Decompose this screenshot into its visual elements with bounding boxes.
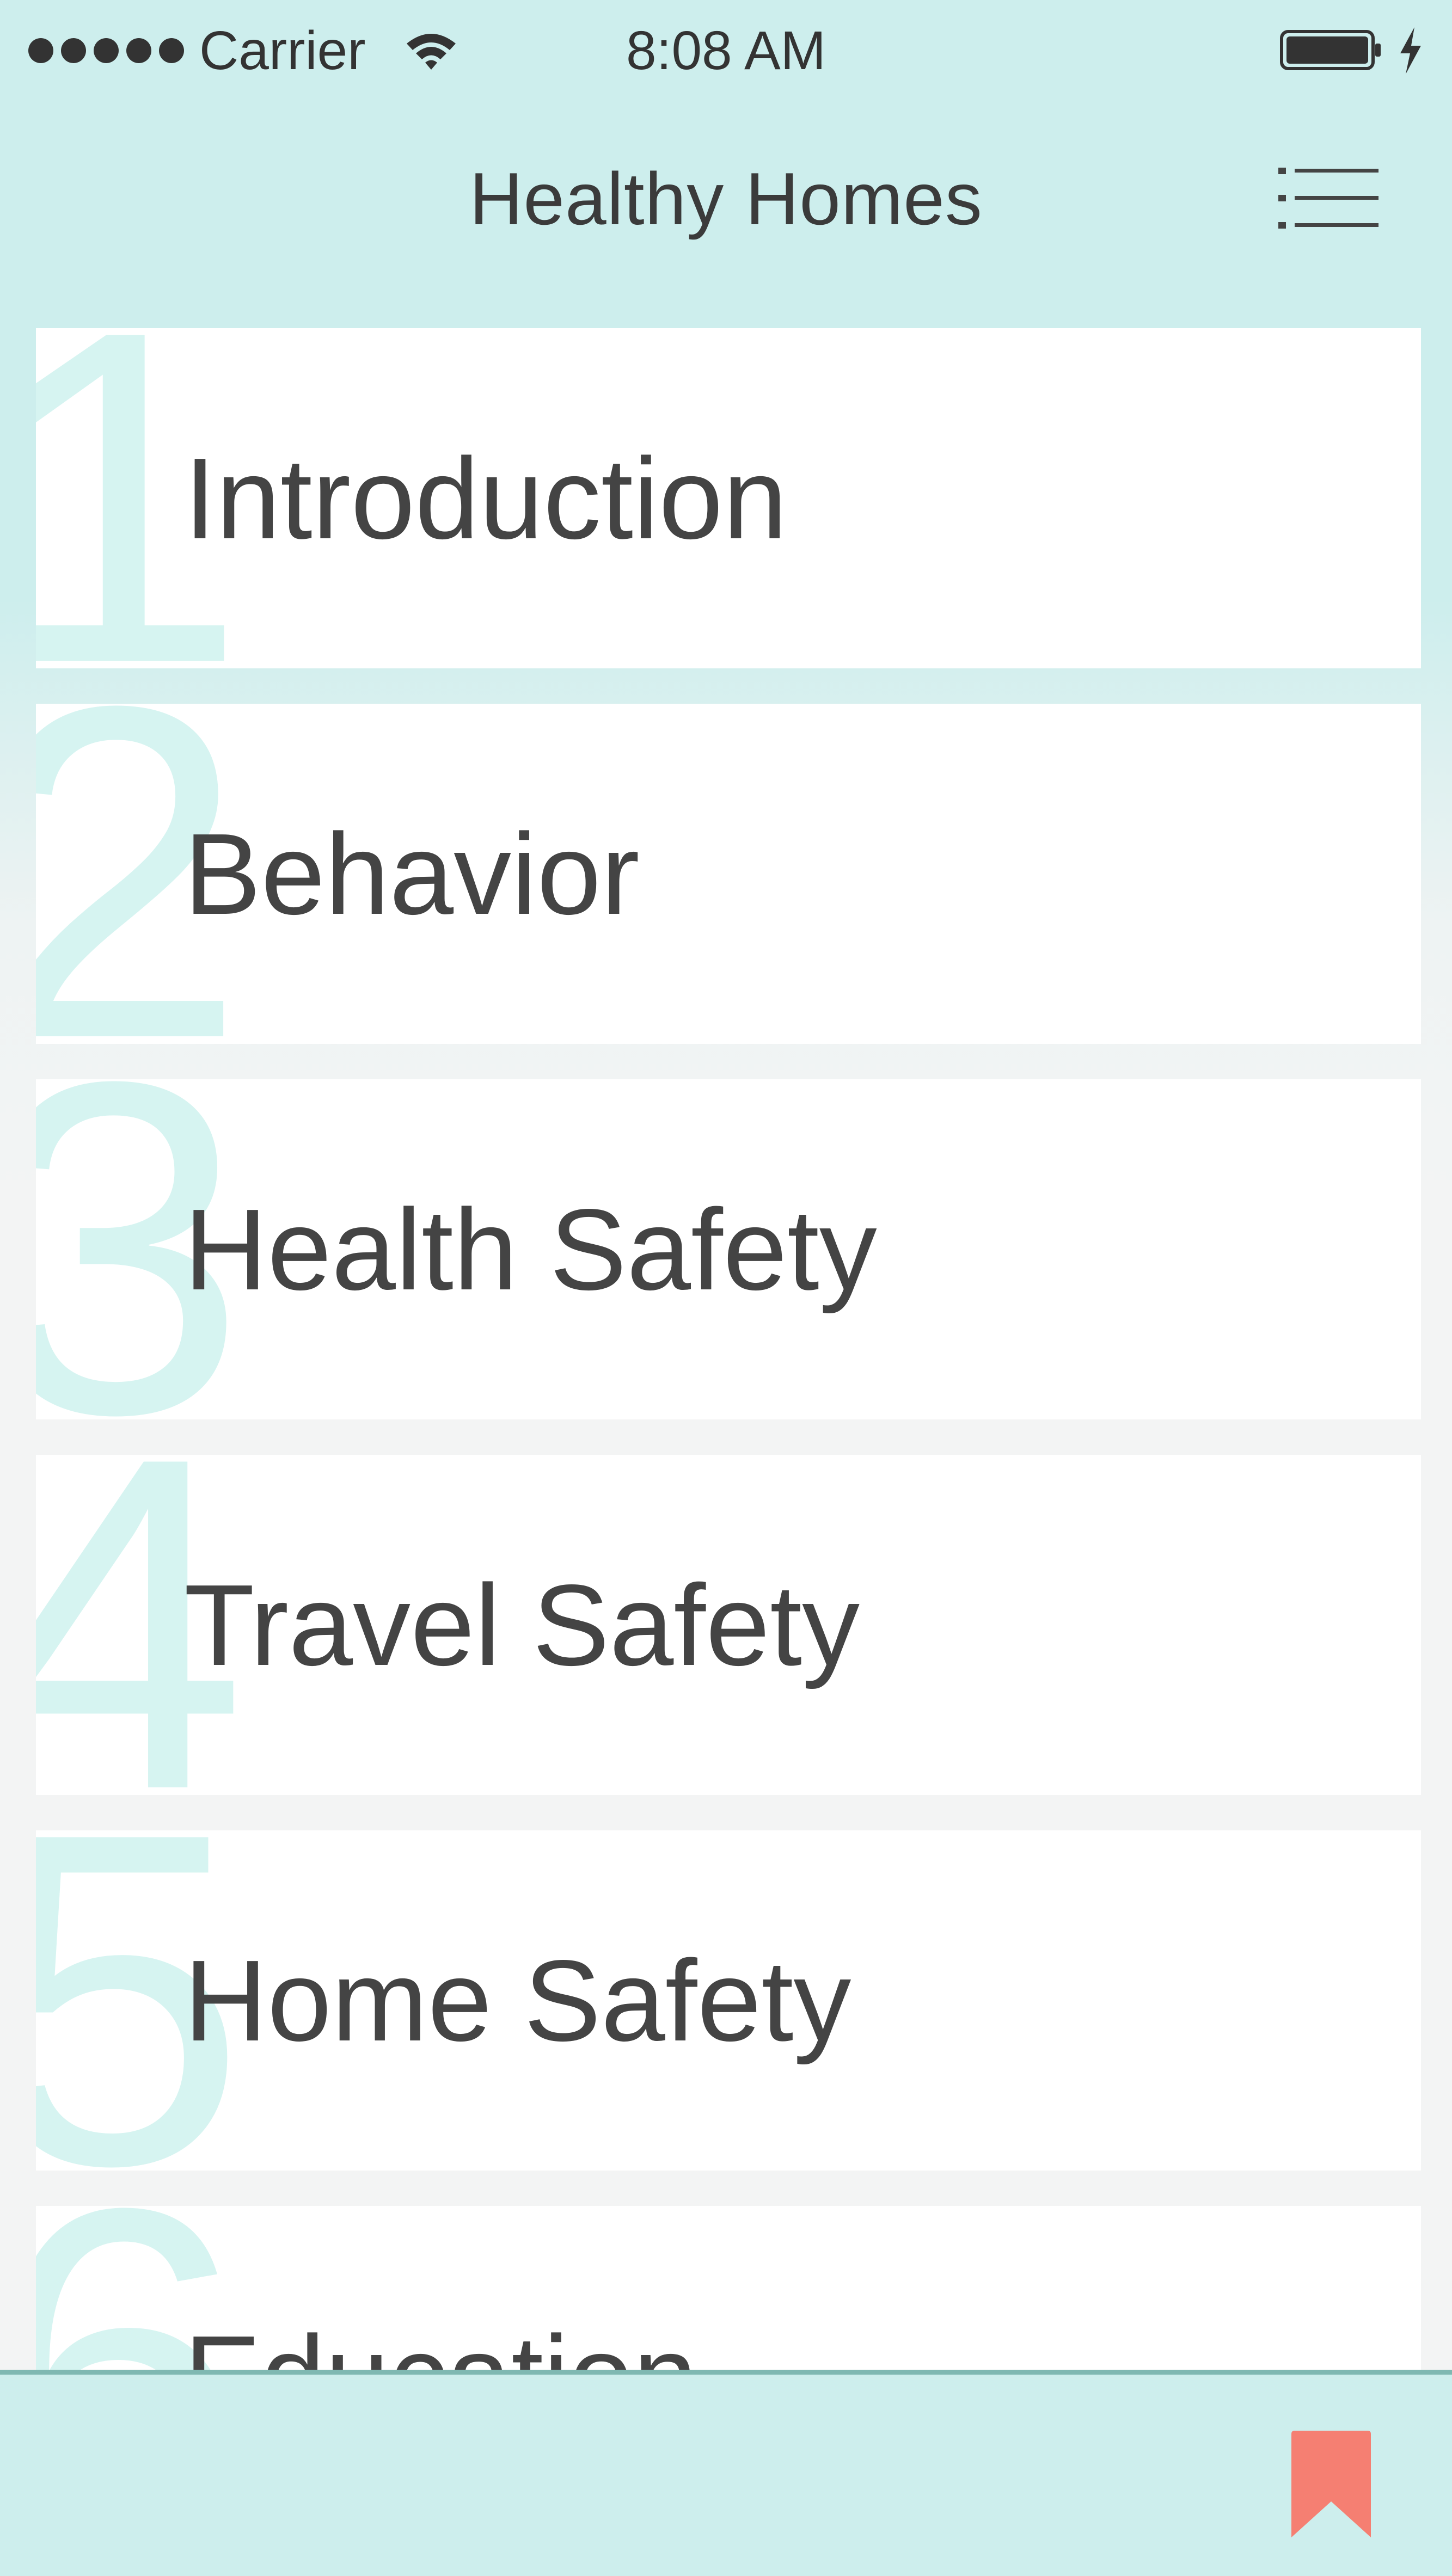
- section-label: Health Safety: [184, 1185, 877, 1314]
- section-card-education[interactable]: 6 Education: [36, 2206, 1421, 2373]
- list-menu-icon[interactable]: [1274, 163, 1383, 234]
- battery-icon: [1280, 30, 1381, 70]
- section-card-introduction[interactable]: 1 Introduction: [36, 328, 1421, 668]
- section-card-home-safety[interactable]: 5 Home Safety: [36, 1830, 1421, 2171]
- section-label: Travel Safety: [184, 1560, 860, 1689]
- bottom-toolbar: [0, 2370, 1452, 2576]
- section-label: Home Safety: [184, 1936, 851, 2065]
- page-title: Healthy Homes: [469, 157, 983, 240]
- section-list[interactable]: 1 Introduction 2 Behavior 3 Health Safet…: [36, 328, 1421, 2373]
- status-bar: Carrier 8:08 AM: [0, 0, 1452, 103]
- status-time: 8:08 AM: [626, 20, 826, 81]
- section-card-behavior[interactable]: 2 Behavior: [36, 704, 1421, 1044]
- section-label: Behavior: [184, 809, 640, 938]
- section-card-health-safety[interactable]: 3 Health Safety: [36, 1079, 1421, 1419]
- section-label: Education: [184, 2206, 697, 2373]
- section-label: Introduction: [184, 434, 787, 563]
- section-card-travel-safety[interactable]: 4 Travel Safety: [36, 1455, 1421, 1795]
- charging-bolt-icon: [1400, 27, 1421, 74]
- bookmark-icon[interactable]: [1291, 2431, 1371, 2537]
